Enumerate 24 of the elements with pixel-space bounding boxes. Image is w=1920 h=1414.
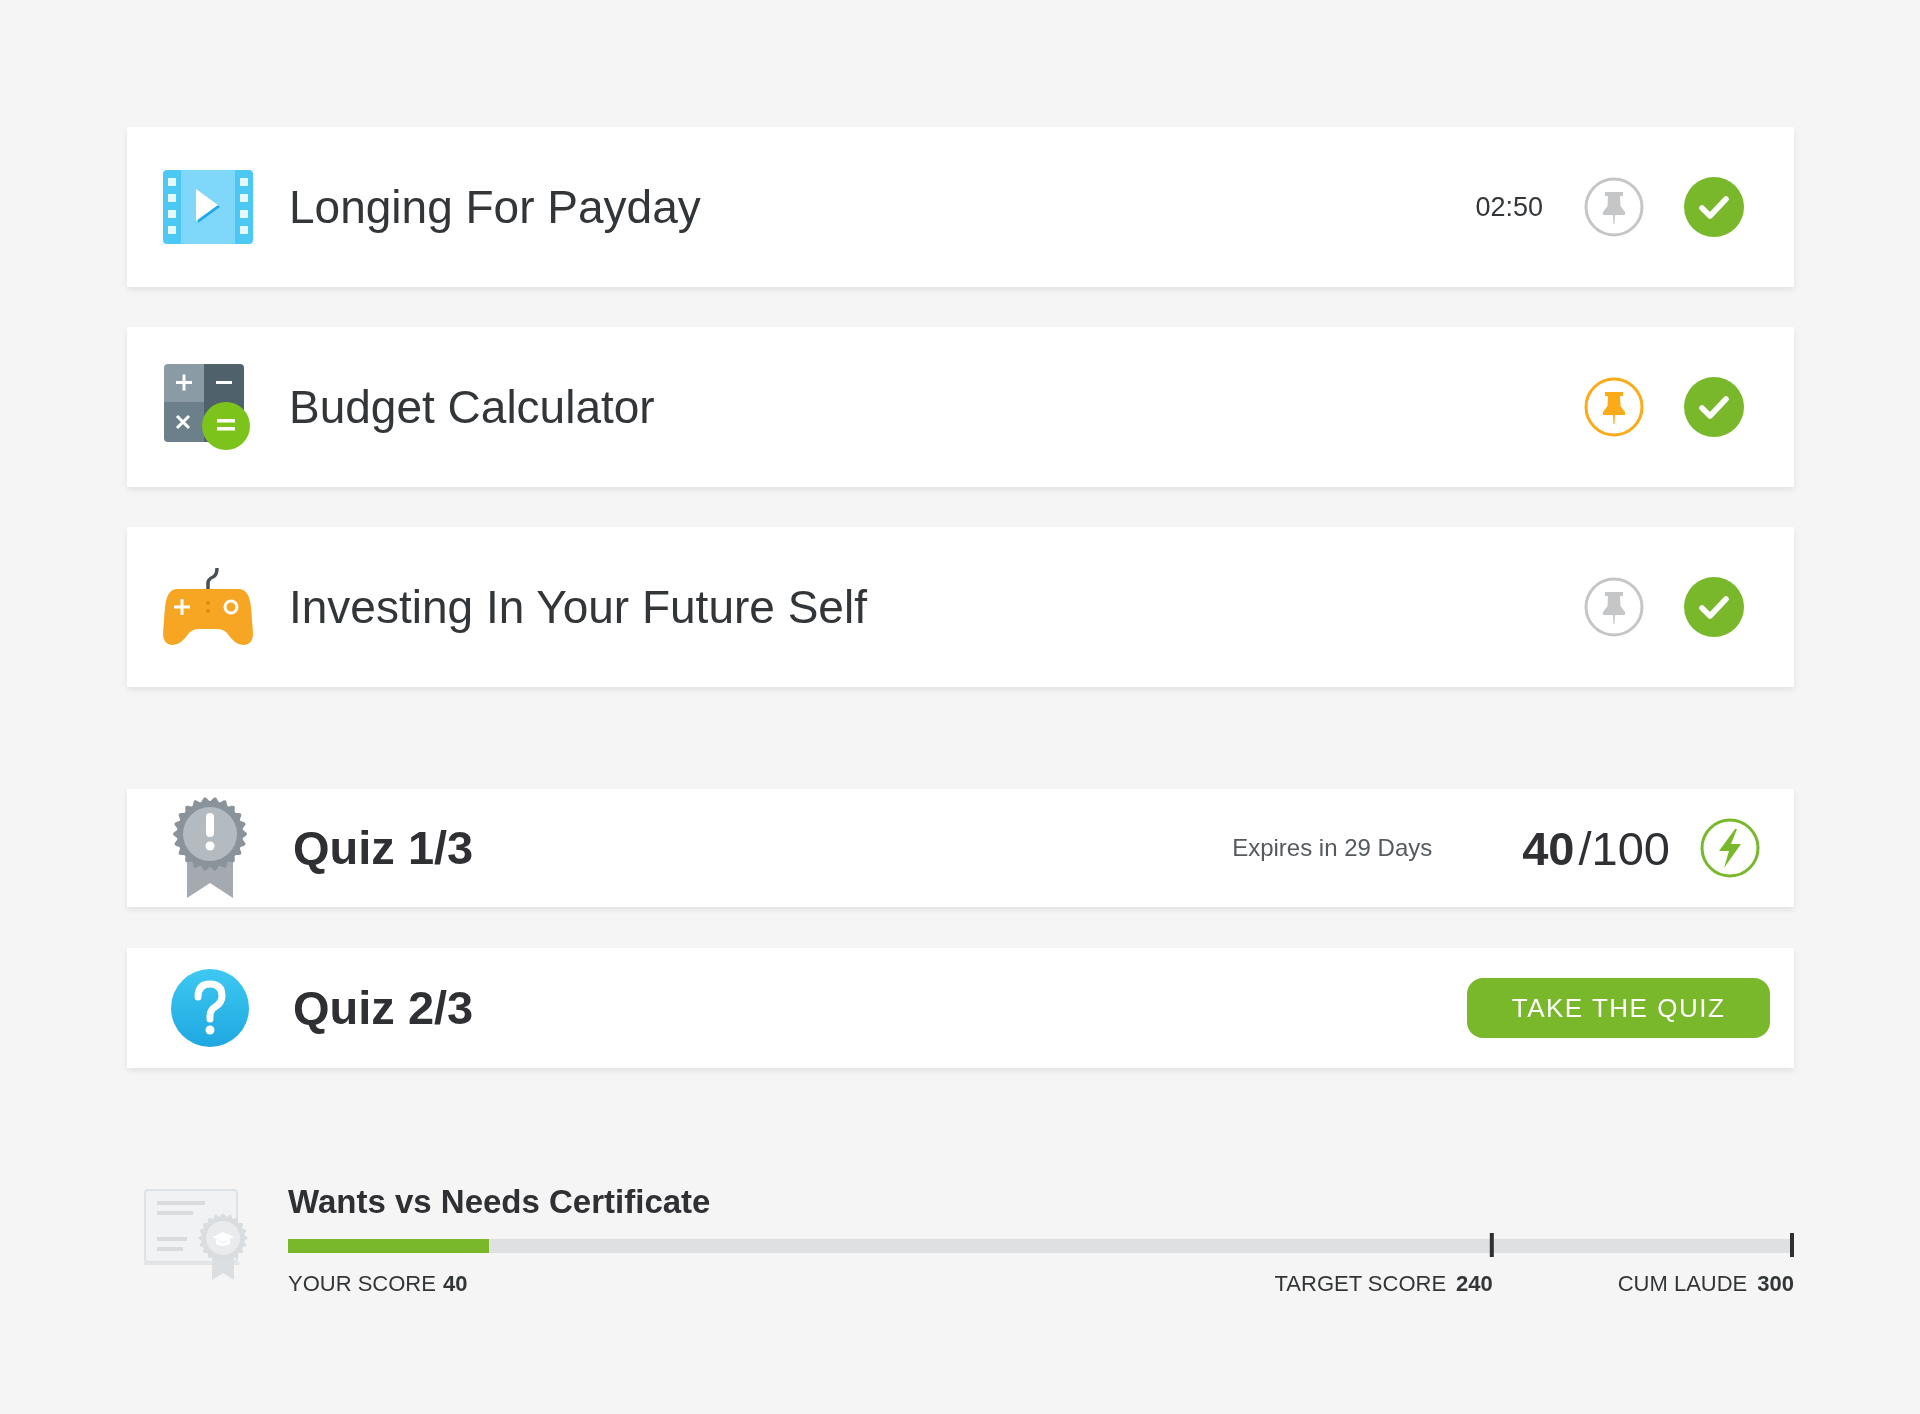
expiry-label: Expires in 29 Days xyxy=(1232,833,1433,863)
pin-button[interactable] xyxy=(1584,177,1644,237)
milestone-label: CUM LAUDE 300 xyxy=(1617,1270,1794,1298)
quiz-card[interactable]: Quiz 1/3 Expires in 29 Days 40/100 xyxy=(127,789,1794,907)
lesson-card[interactable]: Longing For Payday 02:50 xyxy=(127,127,1794,287)
lightning-circle-icon xyxy=(1700,818,1760,878)
calculator-icon xyxy=(164,364,252,450)
quiz-title: Quiz 1/3 xyxy=(293,819,474,876)
film-play-icon xyxy=(163,170,253,244)
lesson-card[interactable]: Budget Calculator xyxy=(127,327,1794,487)
alert-ribbon-icon xyxy=(171,797,249,899)
quiz-title: Quiz 2/3 xyxy=(293,979,474,1036)
question-circle-icon xyxy=(171,969,249,1047)
milestone-label: TARGET SCORE 240 xyxy=(1274,1270,1493,1298)
pin-button[interactable] xyxy=(1584,577,1644,637)
score-value: 40 xyxy=(1522,824,1575,872)
your-score-label: YOUR SCORE 40 xyxy=(288,1270,468,1298)
pin-button[interactable] xyxy=(1584,377,1644,437)
lesson-card[interactable]: Investing In Your Future Self xyxy=(127,527,1794,687)
duration-label: 02:50 xyxy=(1475,190,1543,224)
game-controller-icon xyxy=(163,567,253,647)
score-total: /100 xyxy=(1578,824,1670,872)
certificate-title: Wants vs Needs Certificate xyxy=(288,1183,711,1220)
quiz-card[interactable]: Quiz 2/3 TAKE THE QUIZ xyxy=(127,948,1794,1068)
